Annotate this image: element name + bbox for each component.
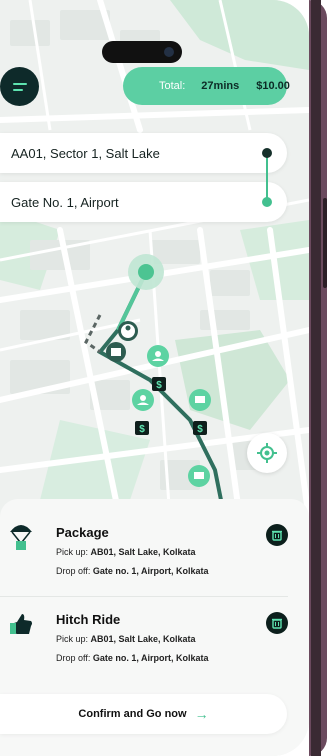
pickup-dot-icon xyxy=(262,148,272,158)
item-pickup: Pick up: AB01, Salt Lake, Kolkata xyxy=(56,547,196,557)
item-title: Package xyxy=(56,525,109,540)
crosshair-icon xyxy=(257,443,277,463)
price-marker[interactable]: $ xyxy=(193,421,207,435)
front-camera xyxy=(164,47,174,57)
price-marker-label: $ xyxy=(197,424,203,435)
price-marker[interactable]: $ xyxy=(152,377,166,391)
item-dropoff-value: Gate no. 1, Airport, Kolkata xyxy=(92,566,209,576)
phone-side-button xyxy=(323,198,327,288)
list-divider xyxy=(0,596,288,597)
item-pickup-value: AB01, Salt Lake, Kolkata xyxy=(90,547,196,557)
dropoff-text: Gate No. 1, Airport xyxy=(11,194,119,210)
delete-package-button[interactable] xyxy=(266,524,288,546)
map-pin-person[interactable] xyxy=(118,321,138,341)
item-title: Hitch Ride xyxy=(56,612,121,627)
menu-line xyxy=(12,88,23,91)
item-dropoff-value: Gate no. 1, Airport, Kolkata xyxy=(92,653,209,663)
total-pill: Total: 27mins $10.00 xyxy=(123,67,290,105)
pickup-field[interactable]: AA01, Sector 1, Salt Lake xyxy=(0,133,287,173)
item-dropoff: Drop off: Gate no. 1, Airport, Kolkata xyxy=(56,566,209,576)
item-pickup: Pick up: AB01, Salt Lake, Kolkata xyxy=(56,634,196,644)
price-marker-label: $ xyxy=(139,424,145,435)
price-marker[interactable]: $ xyxy=(135,421,149,435)
menu-button[interactable] xyxy=(0,67,39,106)
total-label: Total: xyxy=(159,80,186,92)
dropoff-field[interactable]: Gate No. 1, Airport xyxy=(0,182,287,222)
confirm-label: Confirm and Go now xyxy=(78,708,187,720)
route-connector xyxy=(266,157,268,199)
total-price: $10.00 xyxy=(256,80,290,92)
map-pin-green-1[interactable] xyxy=(147,345,169,367)
item-pickup-label: Pick up: xyxy=(56,547,91,557)
confirm-go-button[interactable]: Confirm and Go now → xyxy=(0,694,287,734)
item-pickup-label: Pick up: xyxy=(56,634,91,644)
trash-icon xyxy=(272,618,282,629)
map-pin-green-4[interactable] xyxy=(188,465,210,487)
trash-icon xyxy=(272,530,282,541)
map-pin-green-2[interactable] xyxy=(132,389,154,411)
arrow-right-icon: → xyxy=(194,706,209,722)
delete-hitch-ride-button[interactable] xyxy=(266,612,288,634)
item-dropoff-label: Drop off: xyxy=(56,566,93,576)
item-dropoff-label: Drop off: xyxy=(56,653,93,663)
thumbs-up-icon xyxy=(10,614,32,634)
item-dropoff: Drop off: Gate no. 1, Airport, Kolkata xyxy=(56,653,209,663)
dropoff-dot-icon xyxy=(262,197,272,207)
total-time: 27mins xyxy=(201,80,240,92)
menu-line xyxy=(12,82,27,85)
phone-frame-inner xyxy=(311,0,321,756)
phone-device: $ $ $ Total: 27mins $10.00 AA01, Sector … xyxy=(0,0,327,756)
price-marker-label: $ xyxy=(156,380,162,391)
parachute-package-icon xyxy=(10,525,32,550)
pickup-text: AA01, Sector 1, Salt Lake xyxy=(11,145,160,161)
map-pin-package[interactable] xyxy=(106,342,126,362)
locate-button[interactable] xyxy=(247,433,287,473)
item-pickup-value: AB01, Salt Lake, Kolkata xyxy=(90,634,196,644)
app-screen: $ $ $ Total: 27mins $10.00 AA01, Sector … xyxy=(0,0,309,756)
map-pin-green-3[interactable] xyxy=(189,389,211,411)
